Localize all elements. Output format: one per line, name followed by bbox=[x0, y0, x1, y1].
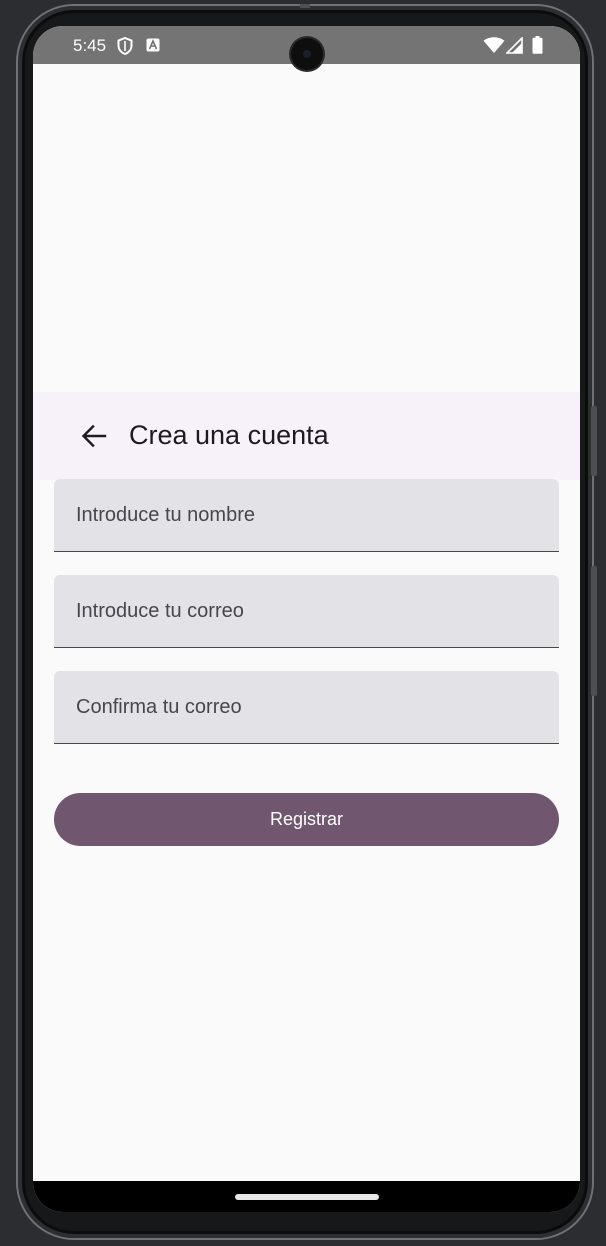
navigation-bar bbox=[33, 1181, 580, 1212]
page-title: Crea una cuenta bbox=[129, 420, 329, 450]
power-button bbox=[591, 406, 597, 476]
app-screen: 5:45 Crea una cuenta Introduce tu nombre… bbox=[33, 26, 580, 1212]
frame-detail bbox=[300, 4, 310, 8]
confirm-email-field[interactable] bbox=[54, 671, 559, 744]
register-button[interactable]: Registrar bbox=[54, 793, 559, 846]
wifi-icon bbox=[483, 37, 505, 59]
email-input[interactable] bbox=[76, 575, 546, 647]
status-time: 5:45 bbox=[73, 36, 107, 55]
confirm-email-input[interactable] bbox=[76, 671, 546, 743]
battery-icon bbox=[532, 36, 543, 59]
home-indicator[interactable] bbox=[235, 1194, 379, 1200]
email-field[interactable] bbox=[54, 575, 559, 648]
signal-icon bbox=[505, 36, 523, 59]
shield-icon bbox=[117, 36, 133, 60]
back-button[interactable] bbox=[69, 418, 113, 454]
top-app-bar: Crea una cuenta bbox=[33, 392, 580, 480]
a-letter-icon bbox=[146, 38, 160, 57]
front-camera bbox=[291, 38, 323, 70]
name-field[interactable] bbox=[54, 479, 559, 552]
name-input[interactable] bbox=[76, 479, 546, 551]
volume-button bbox=[591, 566, 597, 696]
arrow-left-icon bbox=[81, 424, 107, 448]
status-bar: 5:45 bbox=[33, 26, 580, 70]
